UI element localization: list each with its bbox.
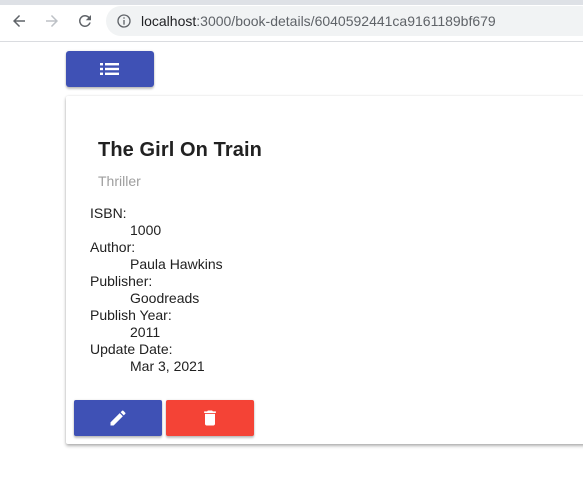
publisher-value: Goodreads (130, 290, 200, 306)
update-date-label: Update Date: (90, 341, 173, 357)
book-title: The Girl On Train (98, 139, 262, 161)
forward-button[interactable] (41, 10, 63, 32)
url-host: localhost (141, 13, 197, 29)
arrow-left-icon (13, 15, 25, 27)
reload-icon (78, 14, 91, 27)
author-label: Author: (90, 239, 136, 255)
book-list-button[interactable] (66, 51, 154, 87)
book-details-card: The Girl On Train Thriller ISBN: 1000 Au… (66, 96, 583, 444)
url-text: localhost:3000/book-details/6040592441ca… (141, 13, 496, 29)
back-button[interactable] (8, 10, 30, 32)
delete-button[interactable] (166, 400, 254, 436)
browser-toolbar: localhost:3000/book-details/6040592441ca… (0, 0, 583, 42)
pencil-icon (110, 410, 126, 426)
isbn-label: ISBN: (90, 205, 127, 221)
publish-year-value: 2011 (130, 324, 161, 340)
isbn-value: 1000 (130, 222, 162, 238)
address-bar[interactable]: localhost:3000/book-details/6040592441ca… (106, 6, 583, 36)
trash-icon (204, 410, 216, 426)
tab-strip-edge (0, 0, 583, 5)
book-details-list: ISBN: 1000 Author: Paula Hawkins Publish… (90, 205, 223, 375)
author-value: Paula Hawkins (130, 256, 223, 272)
edit-button[interactable] (74, 400, 162, 436)
book-genre: Thriller (98, 173, 141, 189)
list-icon (100, 63, 119, 75)
reload-button[interactable] (74, 10, 96, 32)
update-date-value: Mar 3, 2021 (130, 358, 205, 374)
url-path: :3000/book-details/6040592441ca9161189bf… (196, 13, 496, 29)
info-icon[interactable] (116, 13, 132, 29)
publish-year-label: Publish Year: (90, 307, 172, 323)
publisher-label: Publisher: (90, 273, 153, 289)
arrow-right-icon (46, 15, 58, 27)
